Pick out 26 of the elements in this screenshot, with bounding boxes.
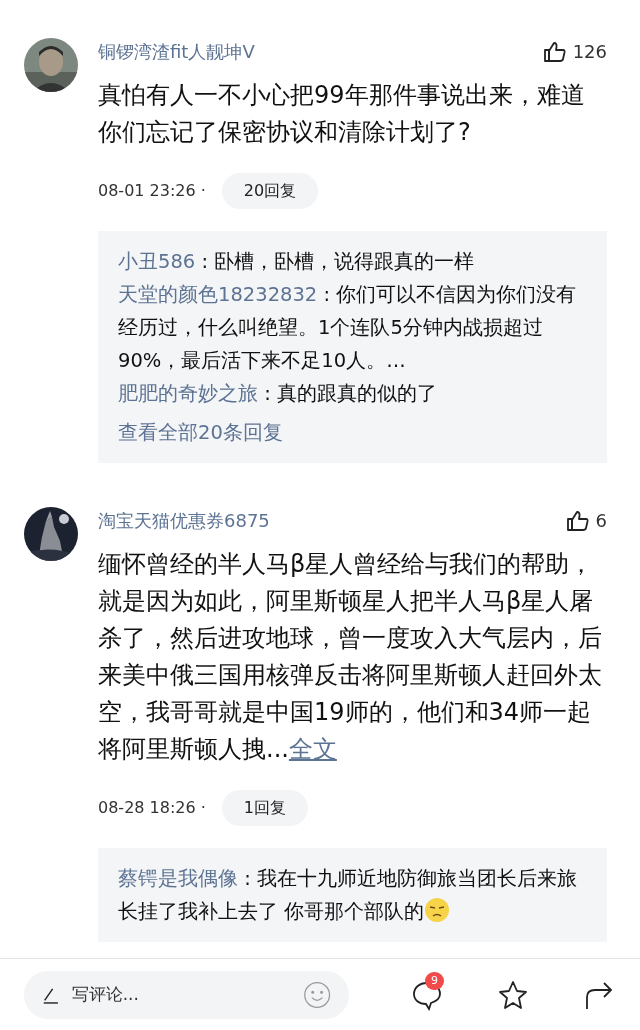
comment-field[interactable]: 写评论... [24, 970, 349, 1019]
username[interactable]: 淘宝天猫优惠券6875 [98, 507, 270, 534]
comment-text: 真怕有人一不小心把99年那件事说出来，难道你们忘记了保密协议和清除计划了? [98, 80, 586, 148]
reply-username[interactable]: 肥肥的奇妙之旅 [118, 382, 258, 405]
comment-time: 08-01 23:26 · [98, 180, 206, 202]
reply-text: 蔡锷是我偶像 : 我在十九师近地防御旅当团长后来旅长挂了我补上去了 你哥那个部队的 [118, 866, 578, 925]
comment-text: 缅怀曾经的半人马β星人曾经给与我们的帮助，就是因为如此，阿里斯顿星人把半人马β星人屠杀了，然后进攻地球，曾一度攻入大气层内，后来美中俄三国用核弹反击将阿里斯顿人赶回外太空，我哥哥就是中国19师的，他们和34师一起将阿里斯顿人拽...全文 [98, 549, 603, 765]
thumbs-up-icon[interactable] [565, 508, 590, 533]
comment-time: 08-28 18:26 · [98, 797, 206, 819]
reply-text: 肥肥的奇妙之旅 : 真的跟真的似的了 [118, 381, 438, 407]
reply-username[interactable]: 天堂的颜色18232832 [118, 283, 318, 306]
full-text-link[interactable]: 全文 [288, 735, 337, 763]
like-button[interactable]: 6 [565, 507, 607, 534]
reply-count-button[interactable]: 20回复 [221, 173, 319, 209]
reply-text: 天堂的颜色18232832 : 你们可以不信因为你们没有经历过，什么叫绝望。1个连队5分钟内战损超过90%，最后活下来不足10人。… [118, 282, 578, 374]
reply-count-button[interactable]: 1回复 [221, 790, 309, 826]
view-all-replies-link[interactable]: 查看全部20条回复 [118, 416, 587, 449]
star-icon[interactable] [497, 978, 529, 1011]
reply-username[interactable]: 蔡锷是我偶像 [118, 867, 238, 890]
thumbs-up-icon[interactable] [542, 39, 567, 64]
comment-input[interactable]: 写评论... [69, 980, 293, 1009]
like-button[interactable]: 126 [542, 38, 607, 65]
reply-text: 小丑586 : 卧槽，卧槽，说得跟真的一样 [118, 249, 476, 275]
username[interactable]: 铜锣湾渣fit人靓坤V [98, 38, 255, 65]
notification-badge: 9 [425, 971, 444, 990]
reply-username[interactable]: 小丑586 [118, 250, 196, 273]
